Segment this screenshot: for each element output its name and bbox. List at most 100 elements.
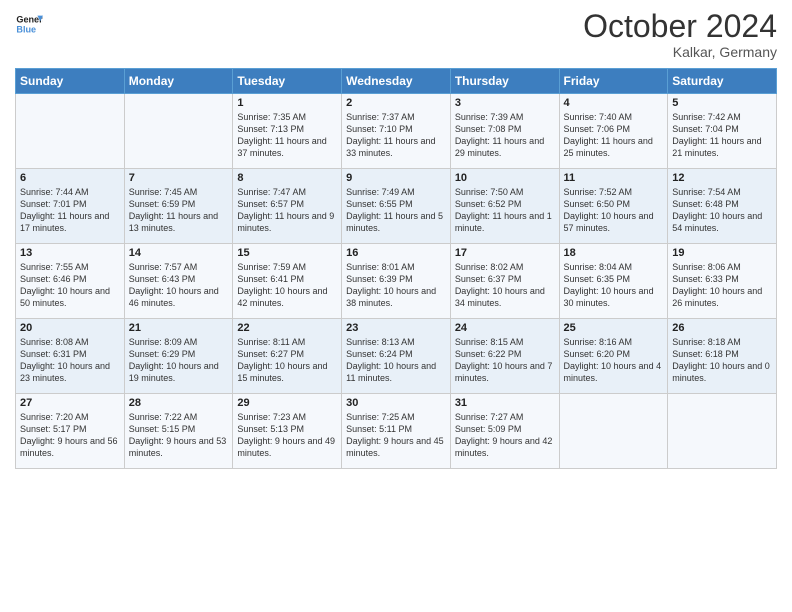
day-info: Sunrise: 7:57 AMSunset: 6:43 PMDaylight:…	[129, 261, 229, 310]
day-number: 29	[237, 397, 337, 409]
calendar-day-cell: 20 Sunrise: 8:08 AMSunset: 6:31 PMDayligh…	[16, 319, 125, 394]
day-number: 1	[237, 97, 337, 109]
day-info: Sunrise: 8:08 AMSunset: 6:31 PMDaylight:…	[20, 336, 120, 385]
calendar-day-cell	[16, 94, 125, 169]
day-number: 18	[564, 247, 664, 259]
day-info: Sunrise: 7:50 AMSunset: 6:52 PMDaylight:…	[455, 186, 555, 235]
day-info: Sunrise: 7:37 AMSunset: 7:10 PMDaylight:…	[346, 111, 446, 160]
calendar-day-cell: 8 Sunrise: 7:47 AMSunset: 6:57 PMDaylight…	[233, 169, 342, 244]
calendar-day-cell: 29 Sunrise: 7:23 AMSunset: 5:13 PMDayligh…	[233, 394, 342, 469]
calendar-table: SundayMondayTuesdayWednesdayThursdayFrid…	[15, 68, 777, 469]
day-info: Sunrise: 7:59 AMSunset: 6:41 PMDaylight:…	[237, 261, 337, 310]
day-number: 26	[672, 322, 772, 334]
day-number: 15	[237, 247, 337, 259]
calendar-day-cell: 28Sunrise: 7:22 AMSunset: 5:15 PMDayligh…	[124, 394, 233, 469]
calendar-day-cell: 16Sunrise: 8:01 AMSunset: 6:39 PMDayligh…	[342, 244, 451, 319]
day-info: Sunrise: 8:16 AMSunset: 6:20 PMDaylight:…	[564, 336, 664, 385]
day-info: Sunrise: 8:18 AMSunset: 6:18 PMDaylight:…	[672, 336, 772, 385]
day-info: Sunrise: 8:11 AMSunset: 6:27 PMDaylight:…	[237, 336, 337, 385]
day-info: Sunrise: 8:01 AMSunset: 6:39 PMDaylight:…	[346, 261, 446, 310]
calendar-day-cell: 18 Sunrise: 8:04 AMSunset: 6:35 PMDayligh…	[559, 244, 668, 319]
day-info: Sunrise: 7:39 AMSunset: 7:08 PMDaylight:…	[455, 111, 555, 160]
day-of-week-header: Monday	[124, 69, 233, 94]
day-number: 6	[20, 172, 120, 184]
day-info: Sunrise: 7:47 AMSunset: 6:57 PMDaylight:…	[237, 186, 337, 235]
day-info: Sunrise: 7:35 AMSunset: 7:13 PMDaylight:…	[237, 111, 337, 160]
calendar-day-cell: 11Sunrise: 7:52 AMSunset: 6:50 PMDayligh…	[559, 169, 668, 244]
day-info: Sunrise: 7:44 AMSunset: 7:01 PMDaylight:…	[20, 186, 120, 235]
calendar-day-cell: 17Sunrise: 8:02 AMSunset: 6:37 PMDayligh…	[450, 244, 559, 319]
calendar-day-cell: 6 Sunrise: 7:44 AMSunset: 7:01 PMDaylight…	[16, 169, 125, 244]
calendar-day-cell: 2 Sunrise: 7:37 AMSunset: 7:10 PMDaylight…	[342, 94, 451, 169]
svg-text:Blue: Blue	[16, 24, 36, 34]
day-info: Sunrise: 7:55 AMSunset: 6:46 PMDaylight:…	[20, 261, 120, 310]
day-number: 27	[20, 397, 120, 409]
calendar-day-cell: 26 Sunrise: 8:18 AMSunset: 6:18 PMDayligh…	[668, 319, 777, 394]
title-section: October 2024 Kalkar, Germany	[583, 10, 777, 60]
calendar-week-row: 20 Sunrise: 8:08 AMSunset: 6:31 PMDayligh…	[16, 319, 777, 394]
day-info: Sunrise: 8:06 AMSunset: 6:33 PMDaylight:…	[672, 261, 772, 310]
day-number: 13	[20, 247, 120, 259]
day-info: Sunrise: 7:45 AMSunset: 6:59 PMDaylight:…	[129, 186, 229, 235]
calendar-week-row: 13 Sunrise: 7:55 AMSunset: 6:46 PMDayligh…	[16, 244, 777, 319]
day-info: Sunrise: 8:13 AMSunset: 6:24 PMDaylight:…	[346, 336, 446, 385]
calendar-day-cell: 5 Sunrise: 7:42 AMSunset: 7:04 PMDaylight…	[668, 94, 777, 169]
calendar-week-row: 6 Sunrise: 7:44 AMSunset: 7:01 PMDaylight…	[16, 169, 777, 244]
day-info: Sunrise: 7:25 AMSunset: 5:11 PMDaylight:…	[346, 411, 446, 460]
logo-icon: General Blue	[15, 10, 43, 38]
day-number: 20	[20, 322, 120, 334]
calendar-day-cell: 23 Sunrise: 8:13 AMSunset: 6:24 PMDayligh…	[342, 319, 451, 394]
day-number: 21	[129, 322, 229, 334]
calendar-day-cell: 31 Sunrise: 7:27 AMSunset: 5:09 PMDayligh…	[450, 394, 559, 469]
day-number: 24	[455, 322, 555, 334]
day-number: 23	[346, 322, 446, 334]
day-number: 3	[455, 97, 555, 109]
header: General Blue General Blue October 2024 K…	[15, 10, 777, 60]
location: Kalkar, Germany	[583, 44, 777, 60]
day-number: 22	[237, 322, 337, 334]
calendar-day-cell: 13 Sunrise: 7:55 AMSunset: 6:46 PMDayligh…	[16, 244, 125, 319]
day-of-week-header: Tuesday	[233, 69, 342, 94]
calendar-day-cell: 27 Sunrise: 7:20 AMSunset: 5:17 PMDayligh…	[16, 394, 125, 469]
calendar-day-cell: 21Sunrise: 8:09 AMSunset: 6:29 PMDayligh…	[124, 319, 233, 394]
days-header-row: SundayMondayTuesdayWednesdayThursdayFrid…	[16, 69, 777, 94]
calendar-day-cell: 1 Sunrise: 7:35 AMSunset: 7:13 PMDaylight…	[233, 94, 342, 169]
day-info: Sunrise: 7:40 AMSunset: 7:06 PMDaylight:…	[564, 111, 664, 160]
day-number: 31	[455, 397, 555, 409]
logo: General Blue General Blue	[15, 10, 43, 38]
calendar-day-cell: 9Sunrise: 7:49 AMSunset: 6:55 PMDaylight…	[342, 169, 451, 244]
calendar-day-cell: 3 Sunrise: 7:39 AMSunset: 7:08 PMDaylight…	[450, 94, 559, 169]
calendar-week-row: 1 Sunrise: 7:35 AMSunset: 7:13 PMDaylight…	[16, 94, 777, 169]
calendar-day-cell	[668, 394, 777, 469]
calendar-day-cell: 4Sunrise: 7:40 AMSunset: 7:06 PMDaylight…	[559, 94, 668, 169]
calendar-day-cell: 12Sunrise: 7:54 AMSunset: 6:48 PMDayligh…	[668, 169, 777, 244]
day-number: 30	[346, 397, 446, 409]
day-info: Sunrise: 7:27 AMSunset: 5:09 PMDaylight:…	[455, 411, 555, 460]
day-number: 11	[564, 172, 664, 184]
calendar-day-cell	[124, 94, 233, 169]
day-number: 8	[237, 172, 337, 184]
calendar-container: General Blue General Blue October 2024 K…	[0, 0, 792, 474]
day-number: 5	[672, 97, 772, 109]
calendar-day-cell: 22 Sunrise: 8:11 AMSunset: 6:27 PMDayligh…	[233, 319, 342, 394]
calendar-day-cell: 25 Sunrise: 8:16 AMSunset: 6:20 PMDayligh…	[559, 319, 668, 394]
day-info: Sunrise: 7:20 AMSunset: 5:17 PMDaylight:…	[20, 411, 120, 460]
calendar-day-cell: 30 Sunrise: 7:25 AMSunset: 5:11 PMDayligh…	[342, 394, 451, 469]
calendar-day-cell: 10Sunrise: 7:50 AMSunset: 6:52 PMDayligh…	[450, 169, 559, 244]
calendar-day-cell	[559, 394, 668, 469]
day-number: 2	[346, 97, 446, 109]
day-of-week-header: Thursday	[450, 69, 559, 94]
day-number: 9	[346, 172, 446, 184]
day-number: 17	[455, 247, 555, 259]
day-info: Sunrise: 8:04 AMSunset: 6:35 PMDaylight:…	[564, 261, 664, 310]
calendar-day-cell: 14 Sunrise: 7:57 AMSunset: 6:43 PMDayligh…	[124, 244, 233, 319]
day-of-week-header: Saturday	[668, 69, 777, 94]
day-number: 14	[129, 247, 229, 259]
day-info: Sunrise: 7:23 AMSunset: 5:13 PMDaylight:…	[237, 411, 337, 460]
day-number: 25	[564, 322, 664, 334]
month-title: October 2024	[583, 10, 777, 42]
day-info: Sunrise: 7:42 AMSunset: 7:04 PMDaylight:…	[672, 111, 772, 160]
day-of-week-header: Wednesday	[342, 69, 451, 94]
day-info: Sunrise: 7:54 AMSunset: 6:48 PMDaylight:…	[672, 186, 772, 235]
calendar-day-cell: 24Sunrise: 8:15 AMSunset: 6:22 PMDayligh…	[450, 319, 559, 394]
